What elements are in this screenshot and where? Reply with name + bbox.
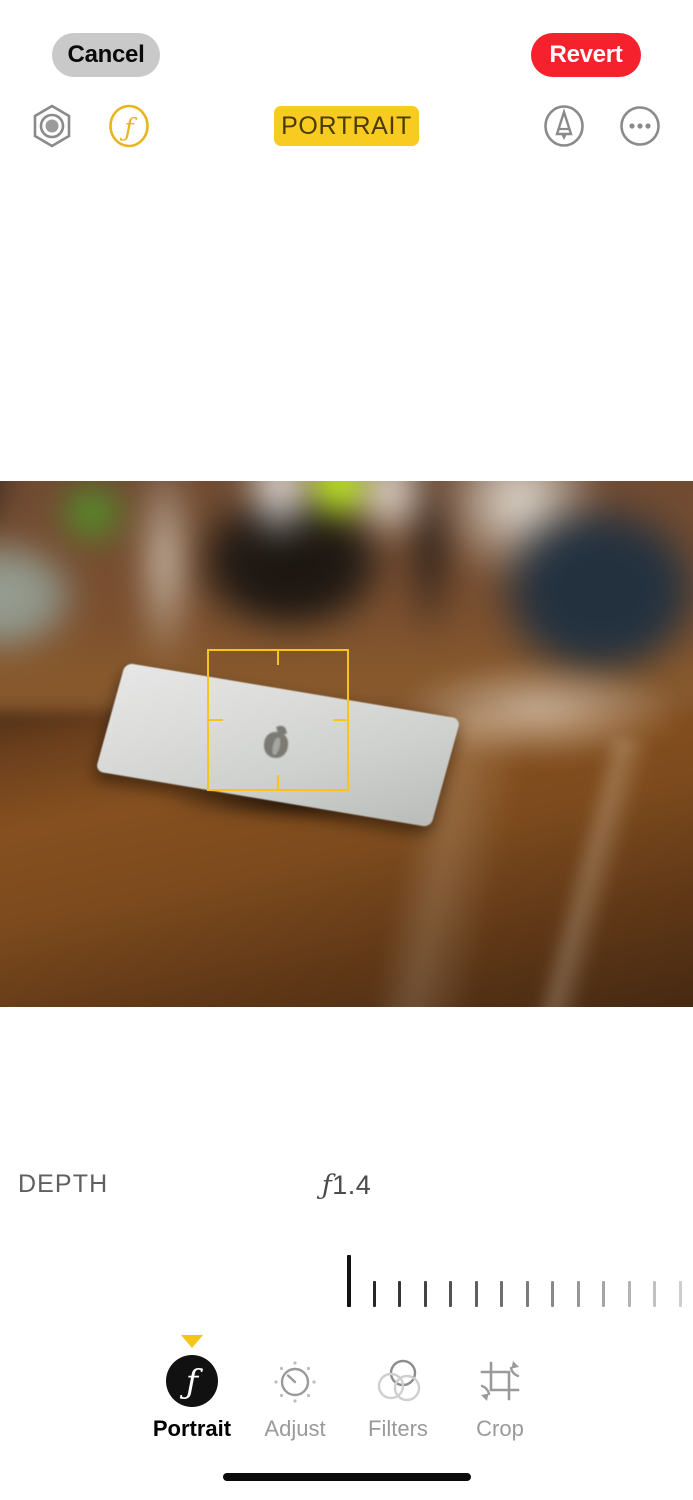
depth-value-prefix: ƒ: [321, 1170, 333, 1201]
depth-slider-tick: [678, 1281, 682, 1307]
depth-focus-rectangle[interactable]: [207, 649, 349, 791]
depth-aperture-icon: ƒ: [103, 104, 155, 156]
focus-tick-left: [207, 718, 223, 722]
markup-button[interactable]: [538, 100, 590, 152]
crop-rotate-icon: [425, 1352, 575, 1410]
depth-slider-tick: [423, 1281, 427, 1307]
tab-crop-label: Crop: [476, 1416, 524, 1441]
depth-slider-ticks[interactable]: [0, 1247, 693, 1307]
depth-slider-tick: [653, 1281, 656, 1307]
more-options-button[interactable]: [614, 100, 666, 152]
depth-slider-thumb[interactable]: [347, 1255, 351, 1307]
home-indicator[interactable]: [222, 1473, 471, 1481]
live-photo-icon: [26, 104, 78, 156]
depth-slider-tick: [525, 1281, 529, 1307]
depth-control-row: DEPTH ƒ1.4: [0, 1170, 693, 1212]
revert-button[interactable]: Revert: [531, 33, 641, 77]
focus-tick-bottom: [276, 775, 280, 791]
active-tab-marker-icon: [181, 1335, 203, 1348]
live-photo-button[interactable]: [26, 100, 78, 152]
focus-tick-right: [333, 718, 349, 722]
depth-slider-tick: [576, 1281, 580, 1307]
depth-value-number: 1.4: [332, 1170, 372, 1200]
portrait-mode-badge[interactable]: PORTRAIT: [274, 106, 419, 146]
depth-slider-tick: [474, 1281, 478, 1307]
depth-slider-tick: [449, 1281, 452, 1307]
depth-slider-tick: [602, 1281, 605, 1307]
depth-slider-tick: [372, 1281, 376, 1307]
focus-tick-top: [276, 649, 280, 665]
depth-slider-tick: [500, 1281, 503, 1307]
depth-value: ƒ1.4: [0, 1170, 693, 1201]
editor-top-bar: Cancel Revert ƒ PORTRAIT: [0, 0, 693, 170]
markup-pencil-icon: [538, 105, 590, 156]
cancel-button[interactable]: Cancel: [52, 33, 160, 77]
depth-slider-tick: [627, 1281, 631, 1307]
depth-toggle-button[interactable]: ƒ: [103, 100, 155, 152]
depth-slider[interactable]: [0, 1243, 693, 1315]
photo-preview[interactable]: [0, 481, 693, 1007]
svg-text:ƒ: ƒ: [119, 113, 137, 142]
tab-crop[interactable]: Crop: [425, 1330, 575, 1442]
more-options-icon: [614, 106, 666, 156]
depth-slider-tick: [398, 1281, 401, 1307]
depth-slider-tick: [551, 1281, 554, 1307]
editor-tab-bar: ƒ Portrait Adjust Filters Crop: [0, 1330, 693, 1442]
